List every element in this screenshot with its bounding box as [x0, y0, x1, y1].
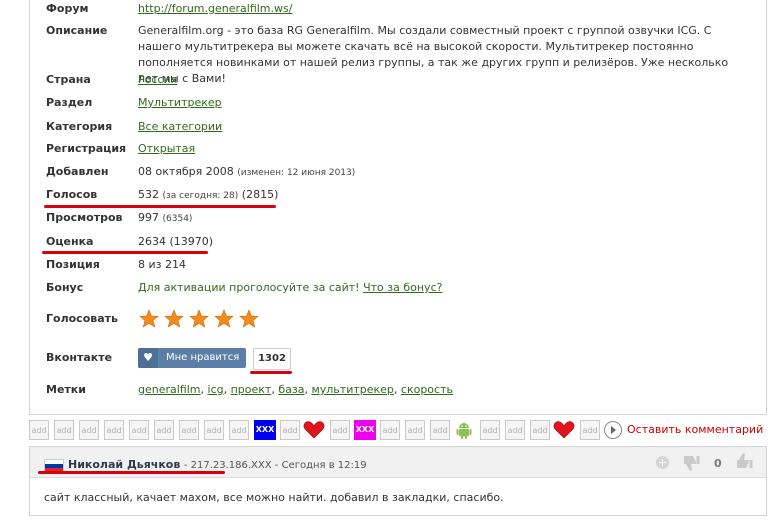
comment-block: Николай Дьячков - 217.23.186.XXX - Сегод… — [29, 446, 767, 516]
rating-label: Оценка — [46, 235, 94, 248]
smiley-add-button[interactable]: add — [29, 420, 49, 440]
tag-link[interactable]: скорость — [401, 383, 453, 396]
smiley-add-button[interactable]: add — [380, 420, 400, 440]
android-smiley-icon[interactable] — [454, 420, 474, 443]
tags-list: generalfilm, icg, проект, база, мультитр… — [138, 383, 453, 396]
votes-today: (за сегодня: 28) — [162, 191, 239, 201]
votes-total: (2815) — [241, 188, 279, 201]
heart-icon: ♥ — [138, 348, 158, 368]
tag-link[interactable]: icg — [208, 383, 224, 396]
leave-comment-link[interactable]: Оставить комментарий — [627, 423, 763, 436]
tag-link[interactable]: база — [278, 383, 304, 396]
description-label: Описание — [46, 24, 108, 37]
star-icon[interactable] — [239, 309, 259, 329]
vote-label: Голосовать — [46, 312, 118, 325]
thumbs-down-icon[interactable] — [681, 454, 701, 475]
section-label: Раздел — [46, 96, 93, 109]
bonus-label: Бонус — [46, 281, 84, 294]
section-link[interactable]: Мультитрекер — [138, 96, 222, 109]
changed-date: (изменен: 12 июня 2013) — [237, 168, 356, 178]
views-label: Просмотров — [46, 211, 123, 224]
added-date: 08 октября 2008 — [138, 165, 234, 178]
bonus-value: Для активации проголосуйте за сайт! Что … — [138, 281, 442, 294]
smiley-add-button[interactable]: add — [129, 420, 149, 440]
smiley-toolbar: add add add add add add add add add XXX … — [29, 420, 771, 442]
position-label: Позиция — [46, 258, 100, 271]
country-label: Страна — [46, 73, 91, 86]
added-label: Добавлен — [46, 165, 109, 178]
forum-link[interactable]: http://forum.generalfilm.ws/ — [138, 2, 292, 15]
smiley-add-button[interactable]: add — [54, 420, 74, 440]
rating-highlight-line — [42, 251, 208, 254]
smiley-add-button[interactable]: add — [280, 420, 300, 440]
smiley-add-button[interactable]: add — [104, 420, 124, 440]
views-value: 997 (6354) — [138, 211, 192, 224]
category-label: Категория — [46, 120, 113, 133]
comment-author[interactable]: Николай Дьячков — [68, 458, 180, 471]
add-icon[interactable] — [656, 456, 669, 469]
play-icon[interactable] — [604, 421, 622, 439]
views-count: 997 — [138, 211, 159, 224]
bonus-info-link[interactable]: Что за бонус? — [363, 281, 442, 294]
bonus-text: Для активации проголосуйте за сайт! — [138, 281, 360, 294]
smiley-add-button[interactable]: add — [179, 420, 199, 440]
vk-like-label: Мне нравится — [166, 352, 240, 363]
votes-label: Голосов — [46, 188, 98, 201]
votes-count: 532 — [138, 188, 159, 201]
rating-extra: (13970) — [169, 235, 214, 248]
rating-count: 2634 — [138, 235, 166, 248]
thumbs-up-icon[interactable] — [734, 452, 754, 473]
country-link[interactable]: Россия — [138, 73, 177, 86]
smiley-add-button[interactable]: add — [330, 420, 350, 440]
rating-value: 2634 (13970) — [138, 235, 213, 248]
registration-label: Регистрация — [46, 142, 127, 155]
smiley-add-button[interactable]: add — [154, 420, 174, 440]
comment-author-line: Николай Дьячков - 217.23.186.XXX - Сегод… — [68, 458, 367, 471]
comment-time: Сегодня в 12:19 — [281, 460, 367, 471]
smiley-add-button[interactable]: add — [79, 420, 99, 440]
comment-text: сайт классный, качает махом, все можно н… — [44, 491, 504, 504]
description-text: Generalfilm.org - это база RG Generalfil… — [138, 24, 729, 85]
comment-ip: 217.23.186.XXX — [190, 460, 272, 471]
star-icon[interactable] — [189, 309, 209, 329]
vk-label: Вконтакте — [46, 351, 113, 364]
star-icon[interactable] — [139, 309, 159, 329]
smiley-add-button[interactable]: add — [229, 420, 249, 440]
smiley-add-button[interactable]: add — [430, 420, 450, 440]
star-icon[interactable] — [214, 309, 234, 329]
smiley-add-button[interactable]: add — [580, 420, 600, 440]
smiley-add-button[interactable]: add — [204, 420, 224, 440]
tag-link[interactable]: generalfilm — [138, 383, 201, 396]
tag-link[interactable]: проект — [231, 383, 272, 396]
smiley-xxx-button[interactable]: XXX — [254, 420, 276, 440]
author-highlight-line — [38, 471, 225, 474]
smiley-add-button[interactable]: add — [505, 420, 525, 440]
registration-link[interactable]: Открытая — [138, 142, 195, 155]
position-value: 8 из 214 — [138, 258, 186, 271]
smiley-xxx-button[interactable]: XXX — [354, 420, 376, 440]
comment-score: 0 — [714, 457, 722, 470]
votes-value: 532 (за сегодня: 28) (2815) — [138, 188, 278, 201]
category-link[interactable]: Все категории — [138, 120, 222, 133]
heart-smiley-icon[interactable] — [303, 420, 325, 443]
smiley-add-button[interactable]: add — [480, 420, 500, 440]
smiley-add-button[interactable]: add — [405, 420, 425, 440]
star-icon[interactable] — [164, 309, 184, 329]
heart-smiley-icon[interactable] — [553, 420, 575, 443]
vk-highlight-line — [250, 371, 292, 374]
tags-label: Метки — [46, 383, 86, 396]
vk-like-button[interactable]: ♥ Мне нравится — [138, 348, 246, 368]
tag-link[interactable]: мультитрекер — [311, 383, 393, 396]
smiley-add-button[interactable]: add — [530, 420, 550, 440]
votes-highlight-line — [44, 205, 276, 208]
vk-like-count: 1302 — [253, 348, 291, 370]
added-value: 08 октября 2008 (изменен: 12 июня 2013) — [138, 165, 355, 178]
views-extra: (6354) — [162, 214, 193, 224]
forum-label: Форум — [46, 2, 89, 15]
